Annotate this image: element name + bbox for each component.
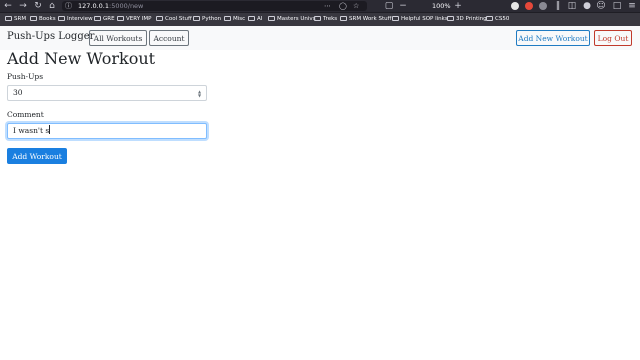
pocket-icon[interactable]: ◯ xyxy=(339,1,347,11)
bookmark-folder[interactable]: 3D Printing xyxy=(447,14,487,25)
bookmark-folder[interactable]: VERY IMP xyxy=(117,14,152,25)
bookmarks-bar: SRM Books Interview GRE VERY IMP Cool St… xyxy=(0,12,640,26)
bookmark-folder[interactable]: CS50 xyxy=(486,14,509,25)
all-workouts-button[interactable]: All Workouts xyxy=(89,30,147,46)
folder-icon xyxy=(5,16,12,21)
account-icon[interactable]: ☺ xyxy=(596,1,606,11)
adblock-icon[interactable] xyxy=(525,2,533,10)
menu-icon[interactable]: ≡ xyxy=(627,1,637,11)
bookmark-folder[interactable]: AI xyxy=(248,14,262,25)
folder-icon xyxy=(30,16,37,21)
comment-value: I wasn't s xyxy=(13,126,50,135)
browser-toolbar: ← → ↻ ⌂ ⓘ 127.0.0.1:5000/new ⋯ ◯ ☆ ▢ − 1… xyxy=(0,0,640,12)
bookmark-folder[interactable]: Treks xyxy=(314,14,337,25)
extension-icon[interactable] xyxy=(539,2,547,10)
add-workout-submit-button[interactable]: Add Workout xyxy=(7,148,67,164)
bookmark-folder[interactable]: SRM Work Stuff xyxy=(340,14,391,25)
folder-icon xyxy=(117,16,124,21)
folder-icon xyxy=(94,16,101,21)
page-title: Add New Workout xyxy=(7,49,156,68)
add-new-workout-button[interactable]: Add New Workout xyxy=(516,30,590,46)
bookmark-folder[interactable]: Books xyxy=(30,14,56,25)
ublock-icon[interactable]: ● xyxy=(582,1,592,11)
text-cursor xyxy=(49,125,51,134)
folder-icon xyxy=(224,16,231,21)
folder-icon xyxy=(248,16,255,21)
bookmark-folder[interactable]: GRE xyxy=(94,14,115,25)
page-actions-icon[interactable]: ⋯ xyxy=(324,1,331,11)
url-path: :5000/new xyxy=(109,2,144,10)
clipboard-icon[interactable]: □ xyxy=(612,1,622,11)
bookmark-folder[interactable]: Masters Univs xyxy=(268,14,316,25)
number-stepper-icon[interactable]: ▲ ▼ xyxy=(197,90,202,98)
pushups-value: 30 xyxy=(13,88,23,97)
zoom-in-icon[interactable]: + xyxy=(453,1,463,11)
app-navbar: Push-Ups Logger All Workouts Account Add… xyxy=(0,26,640,50)
folder-icon xyxy=(193,16,200,21)
bookmark-folder[interactable]: SRM xyxy=(5,14,26,25)
bookmark-folder[interactable]: Interview xyxy=(58,14,93,25)
zoom-out-icon[interactable]: − xyxy=(398,1,408,11)
comment-input[interactable]: I wasn't s xyxy=(7,123,207,139)
back-icon[interactable]: ← xyxy=(3,1,13,11)
bookmark-folder[interactable]: Python xyxy=(193,14,221,25)
info-icon[interactable]: ⓘ xyxy=(65,1,72,11)
folder-icon xyxy=(447,16,454,21)
account-button[interactable]: Account xyxy=(149,30,189,46)
screenshot-icon[interactable]: ▢ xyxy=(384,1,394,11)
browser-chrome: ← → ↻ ⌂ ⓘ 127.0.0.1:5000/new ⋯ ◯ ☆ ▢ − 1… xyxy=(0,0,640,26)
folder-icon xyxy=(392,16,399,21)
folder-icon xyxy=(486,16,493,21)
folder-icon xyxy=(314,16,321,21)
url-text: 127.0.0.1:5000/new xyxy=(78,1,143,11)
folder-icon xyxy=(156,16,163,21)
reload-icon[interactable]: ↻ xyxy=(33,1,43,11)
folder-icon xyxy=(340,16,347,21)
pushups-label: Push-Ups xyxy=(7,72,44,81)
home-icon[interactable]: ⌂ xyxy=(47,1,57,11)
bookmark-star-icon[interactable]: ☆ xyxy=(353,1,359,11)
folder-icon xyxy=(58,16,65,21)
pushups-input[interactable]: 30 ▲ ▼ xyxy=(7,85,207,101)
sidebar-icon[interactable]: ◫ xyxy=(567,1,577,11)
library-icon[interactable]: ‖ xyxy=(553,1,563,11)
logout-button[interactable]: Log Out xyxy=(594,30,632,46)
comment-label: Comment xyxy=(7,110,44,119)
bookmark-folder[interactable]: Helpful SOP links xyxy=(392,14,448,25)
bookmark-folder[interactable]: Cool Stuff xyxy=(156,14,192,25)
brand-logo[interactable]: Push-Ups Logger xyxy=(7,31,94,42)
url-bar[interactable]: ⓘ 127.0.0.1:5000/new ⋯ ◯ ☆ xyxy=(62,1,367,11)
folder-icon xyxy=(268,16,275,21)
zoom-level[interactable]: 100% xyxy=(432,1,451,11)
bookmark-folder[interactable]: Misc xyxy=(224,14,245,25)
forward-icon[interactable]: → xyxy=(18,1,28,11)
url-host: 127.0.0.1 xyxy=(78,2,110,10)
extension-icon[interactable] xyxy=(511,2,519,10)
